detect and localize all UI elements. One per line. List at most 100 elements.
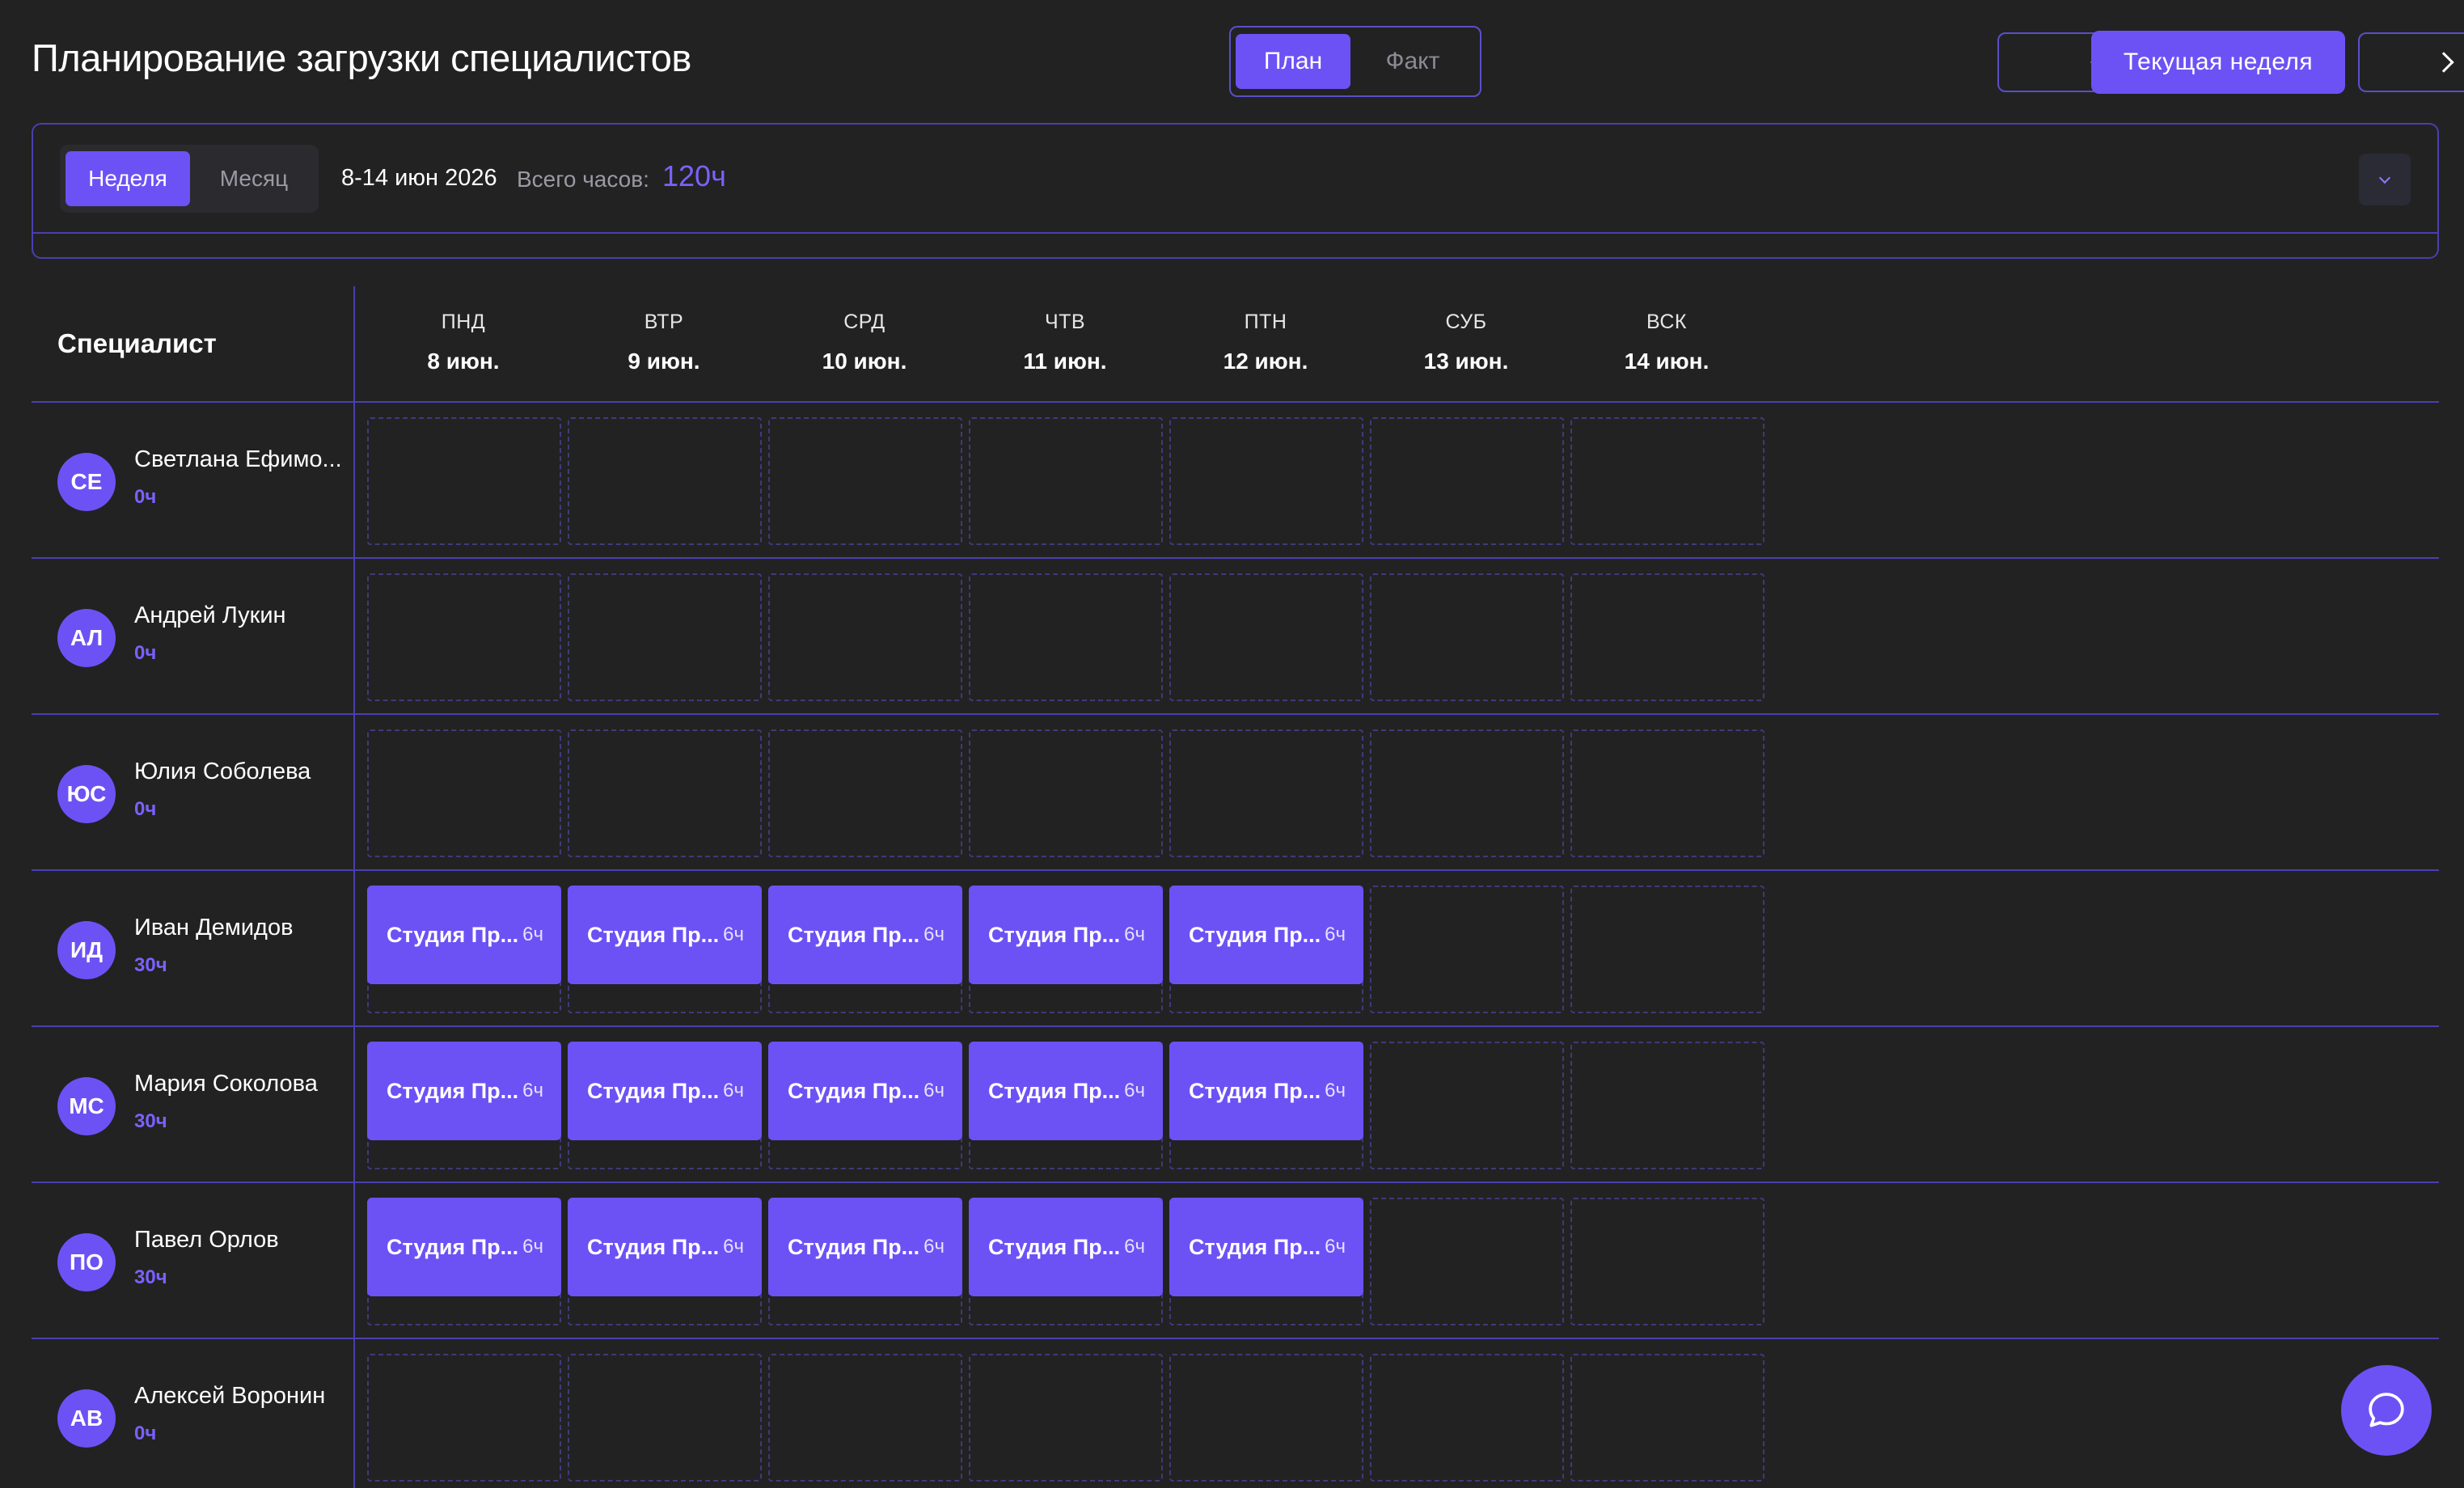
schedule-cell[interactable] [1370, 1042, 1564, 1169]
schedule-cell[interactable] [969, 417, 1163, 545]
task-block[interactable]: Студия Пр... 6ч [568, 886, 762, 984]
month-tab[interactable]: Месяц [195, 151, 313, 206]
schedule-cell[interactable]: Студия Пр... 6ч [1169, 1198, 1363, 1325]
day-name: ПНД [441, 311, 486, 333]
schedule-cell[interactable] [969, 1354, 1163, 1482]
schedule-cell[interactable] [568, 573, 762, 701]
schedule-cell[interactable] [1370, 886, 1564, 1013]
specialist-name[interactable]: Иван Демидов [134, 915, 294, 941]
plan-tab[interactable]: План [1236, 34, 1350, 89]
schedule-cell[interactable]: Студия Пр... 6ч [768, 1042, 962, 1169]
specialist-row: АЛ Андрей Лукин 0ч [32, 559, 2439, 715]
schedule-cell[interactable] [1570, 729, 1765, 857]
collapse-filters-button[interactable] [2359, 154, 2411, 205]
date-range: 8-14 июн 2026 [341, 165, 497, 191]
task-block[interactable]: Студия Пр... 6ч [1169, 1042, 1363, 1140]
schedule-cell[interactable] [568, 417, 762, 545]
schedule-cell[interactable]: Студия Пр... 6ч [969, 886, 1163, 1013]
task-block[interactable]: Студия Пр... 6ч [1169, 1198, 1363, 1296]
schedule-cell[interactable] [768, 729, 962, 857]
schedule-cell[interactable]: Студия Пр... 6ч [969, 1042, 1163, 1169]
schedule-cell[interactable] [768, 573, 962, 701]
fact-tab[interactable]: Факт [1355, 34, 1470, 89]
schedule-cell[interactable] [1570, 886, 1765, 1013]
current-week-button[interactable]: Текущая неделя [2091, 31, 2345, 94]
schedule-cell[interactable] [1370, 417, 1564, 545]
schedule-cell[interactable]: Студия Пр... 6ч [768, 1198, 962, 1325]
schedule-cell[interactable]: Студия Пр... 6ч [969, 1198, 1163, 1325]
schedule-cell[interactable]: Студия Пр... 6ч [768, 886, 962, 1013]
specialist-hours: 0ч [134, 1422, 157, 1444]
schedule-cell[interactable]: Студия Пр... 6ч [568, 886, 762, 1013]
specialist-name[interactable]: Мария Соколова [134, 1071, 318, 1097]
schedule-cell[interactable] [367, 729, 561, 857]
schedule-cell[interactable] [568, 1354, 762, 1482]
schedule-cell[interactable] [367, 417, 561, 545]
schedule-cell[interactable]: Студия Пр... 6ч [568, 1042, 762, 1169]
specialist-name[interactable]: Андрей Лукин [134, 602, 286, 629]
task-block[interactable]: Студия Пр... 6ч [768, 1198, 962, 1296]
task-block[interactable]: Студия Пр... 6ч [969, 886, 1163, 984]
specialist-name[interactable]: Алексей Воронин [134, 1383, 325, 1410]
schedule-cell[interactable] [1370, 729, 1564, 857]
day-header: ПТН 12 июн. [1169, 311, 1362, 374]
schedule-cell[interactable]: Студия Пр... 6ч [367, 1198, 561, 1325]
schedule-cell[interactable] [1370, 573, 1564, 701]
task-name: Студия Пр... [1189, 1234, 1321, 1259]
schedule-cell[interactable]: Студия Пр... 6ч [568, 1198, 762, 1325]
next-week-button[interactable] [2358, 32, 2464, 92]
task-block[interactable]: Студия Пр... 6ч [768, 886, 962, 984]
task-block[interactable]: Студия Пр... 6ч [367, 1042, 561, 1140]
schedule-cell[interactable] [568, 729, 762, 857]
schedule-cell[interactable] [1169, 729, 1363, 857]
schedule-cell[interactable] [1570, 417, 1765, 545]
chat-button[interactable] [2341, 1365, 2432, 1456]
schedule-cell[interactable] [1570, 1042, 1765, 1169]
schedule-cell[interactable] [367, 1354, 561, 1482]
schedule-cell[interactable] [1370, 1354, 1564, 1482]
schedule-cell[interactable] [367, 573, 561, 701]
task-block[interactable]: Студия Пр... 6ч [367, 886, 561, 984]
day-header: ЧТВ 11 июн. [969, 311, 1161, 374]
day-name: ЧТВ [1044, 311, 1086, 333]
schedule-cell[interactable] [1570, 1354, 1765, 1482]
task-name: Студия Пр... [788, 922, 920, 947]
specialist-row: ПО Павел Орлов 30ч Студия Пр... 6ч Студия Пр.… [32, 1183, 2439, 1339]
task-block[interactable]: Студия Пр... 6ч [969, 1198, 1163, 1296]
specialist-name[interactable]: Светлана Ефимо... [134, 446, 342, 473]
total-hours-value: 120ч [662, 159, 726, 192]
task-name: Студия Пр... [587, 1234, 720, 1259]
avatar: ЮС [57, 765, 116, 823]
day-date: 14 июн. [1624, 349, 1710, 374]
schedule-cell[interactable] [1370, 1198, 1564, 1325]
schedule-cell[interactable] [1169, 1354, 1363, 1482]
schedule-cell[interactable]: Студия Пр... 6ч [1169, 1042, 1363, 1169]
schedule-cell[interactable] [969, 573, 1163, 701]
schedule-cell[interactable] [768, 1354, 962, 1482]
task-hours: 6ч [1124, 1236, 1145, 1258]
schedule-cell[interactable] [1169, 417, 1363, 545]
task-block[interactable]: Студия Пр... 6ч [568, 1042, 762, 1140]
specialist-name[interactable]: Юлия Соболева [134, 759, 311, 785]
specialist-row: СЕ Светлана Ефимо... 0ч [32, 403, 2439, 559]
schedule-cell[interactable] [1169, 573, 1363, 701]
task-block[interactable]: Студия Пр... 6ч [568, 1198, 762, 1296]
task-hours: 6ч [522, 1236, 543, 1258]
task-hours: 6ч [923, 924, 945, 945]
schedule-cell[interactable] [1570, 573, 1765, 701]
task-hours: 6ч [723, 1236, 744, 1258]
schedule-cell[interactable] [969, 729, 1163, 857]
schedule-cell[interactable] [768, 417, 962, 545]
schedule-cell[interactable]: Студия Пр... 6ч [367, 1042, 561, 1169]
schedule-cell[interactable]: Студия Пр... 6ч [1169, 886, 1363, 1013]
task-block[interactable]: Студия Пр... 6ч [768, 1042, 962, 1140]
task-block[interactable]: Студия Пр... 6ч [1169, 886, 1363, 984]
specialist-name[interactable]: Павел Орлов [134, 1227, 279, 1253]
task-name: Студия Пр... [1189, 922, 1321, 947]
week-tab[interactable]: Неделя [66, 151, 190, 206]
task-block[interactable]: Студия Пр... 6ч [969, 1042, 1163, 1140]
schedule-cell[interactable] [1570, 1198, 1765, 1325]
task-block[interactable]: Студия Пр... 6ч [367, 1198, 561, 1296]
schedule-cell[interactable]: Студия Пр... 6ч [367, 886, 561, 1013]
task-hours: 6ч [723, 924, 744, 945]
